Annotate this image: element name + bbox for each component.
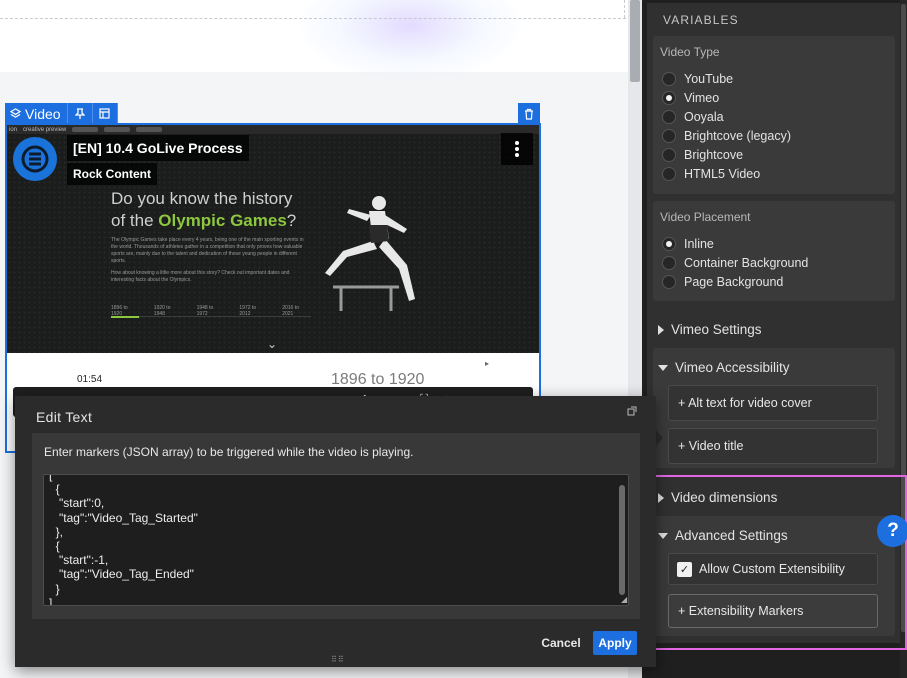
embedded-chip [136,127,163,132]
radio-label: HTML5 Video [684,167,761,181]
timeline-item: 1972 to 2012 [239,305,257,317]
radio-inline[interactable]: Inline [662,237,714,251]
drag-grip-icon[interactable]: ⠿⠿ [331,655,345,664]
embedded-page-toolbar: ion creative preview [7,125,539,134]
component-label-button[interactable]: Video [5,103,68,124]
embedded-caption: creative preview [23,126,67,133]
layout-button[interactable] [92,103,118,124]
vimeo-accessibility-toggle[interactable]: Vimeo Accessibility [658,360,790,375]
dialog-title: Edit Text [36,409,93,425]
radio-container-background[interactable]: Container Background [662,256,808,270]
radio-button[interactable] [662,110,676,124]
highlight-annotation [637,475,907,650]
edit-text-dialog: Edit Text Enter markers (JSON array) to … [15,396,656,667]
timeline-active-marker [111,316,139,318]
poster-paragraph: How about knowing a little more about th… [111,270,290,283]
alt-text-button[interactable]: + Alt text for video cover [668,385,878,421]
apply-button[interactable]: Apply [593,631,637,655]
canvas-scrollbar-thumb[interactable] [630,0,640,82]
poster-headline-line2: of the Olympic Games? [111,211,296,231]
time-tooltip: 01:54 [77,374,103,385]
trash-icon [525,108,533,120]
radio-button-selected[interactable] [662,91,676,105]
radio-label: Ooyala [684,110,724,124]
expand-dialog-button[interactable] [627,406,637,416]
video-placement-title: Video Placement [660,210,751,224]
radio-page-background[interactable]: Page Background [662,275,783,289]
radio-button[interactable] [662,72,676,86]
poster-paragraph: The Olympic Games take place every 4 yea… [111,237,304,264]
layout-icon [99,108,110,119]
timeline-item: 1920 to 1948 [153,305,171,317]
dialog-pointer [656,430,663,446]
embedded-chip [72,127,99,132]
vimeo-accessibility-box: Vimeo Accessibility + Alt text for video… [653,348,895,468]
radio-label: Page Background [684,275,784,289]
help-button[interactable]: ? [877,515,907,547]
dashed-guide-vertical [624,0,625,18]
more-options-button[interactable] [501,133,533,165]
embedded-chip [104,127,131,132]
headline-suffix: ? [286,211,297,230]
chevron-down-icon[interactable]: ⌄ [267,337,277,351]
radio-brightcove[interactable]: Brightcove [662,148,743,162]
video-channel-name[interactable]: Rock Content [67,163,157,185]
radio-vimeo[interactable]: Vimeo [662,91,719,105]
section-label: Vimeo Accessibility [675,360,790,375]
markers-textarea[interactable]: [ { "start":0, "tag":"Video_Tag_Started"… [43,474,629,606]
radio-label: Brightcove (legacy) [684,129,791,143]
poster-timeline: 1896 to 1920 1920 to 1948 1948 to 1972 1… [111,305,311,317]
video-type-title: Video Type [660,45,720,59]
embedded-logo-text: ion [9,126,18,133]
radio-html5-video[interactable]: HTML5 Video [662,167,760,181]
radio-button[interactable] [662,148,676,162]
radio-label: YouTube [684,72,734,86]
radio-label: Brightcove [684,148,744,162]
poster-headline: Do you know the history [111,189,293,208]
radio-ooyala[interactable]: Ooyala [662,110,724,124]
hurdler-image [325,196,415,311]
vimeo-settings-toggle[interactable]: Vimeo Settings [658,322,762,337]
radio-button-selected[interactable] [662,237,676,251]
component-toolbar: Video [5,103,118,124]
radio-label: Inline [684,237,714,251]
radio-button[interactable] [662,167,676,181]
headline-prefix: of the [111,211,159,230]
pin-button[interactable] [67,103,93,124]
markers-json-text[interactable]: [ { "start":0, "tag":"Video_Tag_Started"… [49,475,198,605]
timeline-item: 1896 to 1920 [111,305,128,317]
pin-icon [74,107,85,119]
kebab-menu-icon [515,141,519,157]
radio-brightcove-legacy[interactable]: Brightcove (legacy) [662,129,791,143]
radio-button[interactable] [662,256,676,270]
radio-button[interactable] [662,275,676,289]
video-title-button[interactable]: + Video title [668,428,878,464]
channel-logo-icon [21,145,49,173]
dialog-instruction: Enter markers (JSON array) to be trigger… [44,445,414,459]
cursor-icon: ▸ [485,359,490,368]
radio-label: Vimeo [684,91,720,105]
textarea-scrollbar[interactable] [619,485,625,595]
headline-highlight: Olympic Games [158,211,287,230]
layers-icon [10,108,21,118]
radio-button[interactable] [662,129,676,143]
dashed-guide [0,18,626,19]
channel-logo[interactable] [13,137,57,181]
cancel-button[interactable]: Cancel [537,635,585,651]
timeline-item: 1948 to 1972 [196,305,214,317]
dialog-body: Enter markers (JSON array) to be trigger… [32,433,640,619]
panel-heading: VARIABLES [663,13,739,27]
collapse-arrow-icon [658,364,668,371]
expand-arrow-icon [658,324,664,335]
video-title[interactable]: [EN] 10.4 GoLive Process [67,135,249,161]
video-placement-group: Video Placement Inline Container Backgro… [653,201,895,301]
component-label: Video [25,105,61,122]
radio-youtube[interactable]: YouTube [662,72,733,86]
delete-component-button[interactable] [518,103,540,124]
video-type-group: Video Type YouTube Vimeo Ooyala Brightco… [653,36,895,194]
section-label: Vimeo Settings [671,322,762,337]
resize-handle-icon[interactable]: ◢ [621,596,628,604]
radio-label: Container Background [684,256,809,270]
expand-icon [627,406,637,416]
